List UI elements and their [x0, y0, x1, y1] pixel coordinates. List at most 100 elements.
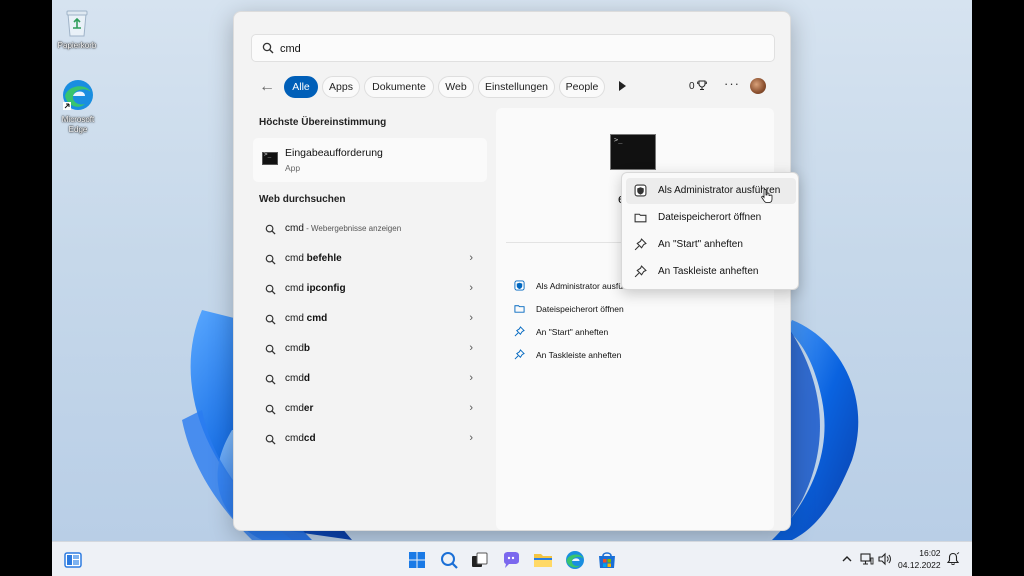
web-result-prefix: cmd [285, 283, 307, 294]
best-match-name: Eingabeaufforderung [285, 147, 383, 159]
edge-browser-icon[interactable] [564, 549, 586, 571]
chevron-right-icon[interactable]: › [469, 312, 473, 324]
desktop-icon-recycle-bin[interactable]: Papierkorb [52, 8, 102, 51]
command-prompt-icon [610, 134, 656, 170]
chevron-right-icon[interactable]: › [469, 252, 473, 264]
search-input[interactable] [280, 39, 760, 59]
menu-item-label: An Taskleiste anheften [658, 266, 759, 277]
web-result-row[interactable]: cmder › [253, 396, 487, 422]
web-result-row[interactable]: cmd ipconfig › [253, 276, 487, 302]
chevron-right-icon[interactable]: › [469, 282, 473, 294]
chevron-right-icon[interactable]: › [469, 342, 473, 354]
edge-icon [63, 80, 93, 110]
folder-icon [514, 305, 525, 313]
command-prompt-icon [262, 151, 278, 165]
web-result-completion: befehle [306, 253, 342, 264]
menu-item-pin-to-taskbar[interactable]: An Taskleiste anheften [626, 259, 796, 285]
rewards-points[interactable]: 0 [689, 80, 708, 92]
tab-all[interactable]: Alle [284, 76, 318, 98]
trophy-icon [697, 80, 708, 90]
microsoft-store-icon[interactable] [596, 549, 618, 571]
filter-bar: ← Alle Apps Dokumente Web Einstellungen … [251, 76, 781, 100]
avatar[interactable] [750, 78, 766, 94]
hand-cursor-icon [761, 189, 773, 203]
search-icon [265, 374, 276, 385]
web-result-completion: ipconfig [306, 283, 346, 294]
web-result-completion: d [303, 373, 311, 384]
desktop-icon-label: Microsoft Edge [61, 115, 95, 134]
recycle-bin-icon [66, 10, 88, 37]
rewards-count: 0 [689, 81, 695, 92]
pin-icon [514, 326, 525, 337]
tab-web[interactable]: Web [438, 76, 474, 98]
desktop-icon-edge[interactable]: Microsoft Edge [52, 78, 104, 135]
pin-icon [634, 265, 647, 278]
windows-start-icon[interactable] [406, 549, 428, 571]
web-result-prefix: cmd [285, 433, 304, 444]
web-result-row[interactable]: cmdd › [253, 366, 487, 392]
pin-icon [634, 238, 647, 251]
search-icon [262, 42, 274, 54]
back-arrow-icon[interactable]: ← [259, 79, 277, 97]
search-icon [265, 284, 276, 295]
web-result-hint: - Webergebnisse anzeigen [303, 224, 402, 233]
web-result-completion: b [303, 343, 311, 354]
menu-item-pin-to-start[interactable]: An "Start" anheften [626, 232, 796, 258]
file-explorer-icon[interactable] [532, 549, 554, 571]
chevron-right-icon[interactable]: › [469, 432, 473, 444]
chevron-up-icon[interactable] [840, 552, 854, 566]
taskbar-search-icon[interactable] [438, 549, 460, 571]
web-result-row[interactable]: cmd - Webergebnisse anzeigen [253, 216, 487, 242]
search-box[interactable] [251, 34, 775, 62]
menu-item-label: An "Start" anheften [658, 239, 743, 250]
search-icon [265, 254, 276, 265]
action-label: An Taskleiste anheften [536, 350, 622, 360]
web-result-row[interactable]: cmd befehle › [253, 246, 487, 272]
best-match-type: App [285, 163, 301, 173]
web-result-prefix: cmd [285, 403, 304, 414]
web-result-prefix: cmd [285, 343, 304, 354]
shield-icon [634, 184, 647, 197]
clock-date: 04.12.2022 [898, 560, 941, 570]
pin-icon [514, 349, 525, 360]
menu-item-label: Dateispeicherort öffnen [658, 212, 762, 223]
widgets-icon[interactable] [62, 549, 84, 571]
web-result-prefix: cmd [285, 223, 304, 234]
best-match-heading: Höchste Übereinstimmung [259, 117, 387, 128]
web-result-completion: cmd [306, 313, 328, 324]
tab-people[interactable]: People [559, 76, 605, 98]
teams-chat-icon[interactable] [500, 549, 522, 571]
search-icon [265, 344, 276, 355]
action-label: Dateispeicherort öffnen [536, 304, 624, 314]
volume-icon[interactable] [878, 552, 892, 566]
task-view-icon[interactable] [468, 549, 490, 571]
tab-settings[interactable]: Einstellungen [478, 76, 555, 98]
web-result-row[interactable]: cmdcd › [253, 426, 487, 452]
web-result-prefix: cmd [285, 313, 307, 324]
chevron-right-icon[interactable]: › [469, 372, 473, 384]
more-options-icon[interactable]: ··· [724, 76, 740, 91]
notification-bell-icon[interactable] [946, 552, 960, 566]
taskbar-clock[interactable]: 16:02 04.12.2022 [898, 547, 941, 571]
web-result-prefix: cmd [285, 373, 304, 384]
taskbar: 16:02 04.12.2022 [52, 541, 972, 576]
web-result-completion: cd [303, 433, 316, 444]
shield-icon [514, 280, 525, 291]
web-result-row[interactable]: cmd cmd › [253, 306, 487, 332]
search-icon [265, 404, 276, 415]
clock-time: 16:02 [919, 548, 941, 558]
desktop: Papierkorb Microsoft Edge ← Alle Apps Do… [52, 0, 972, 576]
web-result-row[interactable]: cmdb › [253, 336, 487, 362]
start-search-panel: ← Alle Apps Dokumente Web Einstellungen … [233, 11, 799, 531]
tab-documents[interactable]: Dokumente [364, 76, 434, 98]
search-icon [265, 314, 276, 325]
tab-apps[interactable]: Apps [322, 76, 360, 98]
action-label: An "Start" anheften [536, 327, 609, 337]
web-result-prefix: cmd [285, 253, 307, 264]
best-match-result[interactable]: Eingabeaufforderung App [253, 138, 487, 182]
desktop-icon-label: Papierkorb [57, 41, 97, 50]
chevron-right-icon[interactable]: › [469, 402, 473, 414]
play-more-filters-icon[interactable] [619, 81, 626, 91]
network-icon[interactable] [860, 552, 874, 566]
menu-item-open-file-location[interactable]: Dateispeicherort öffnen [626, 205, 796, 231]
